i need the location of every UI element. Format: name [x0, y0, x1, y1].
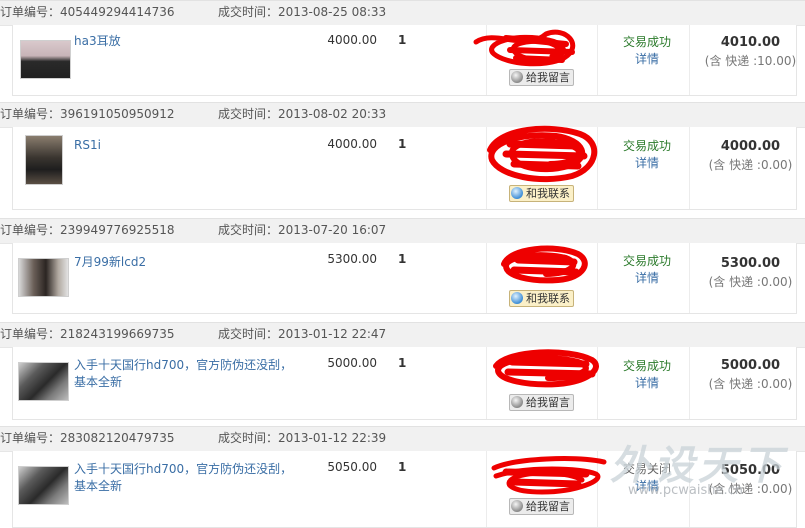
order-total: 4010.00 (含 快递 :10.00): [704, 35, 797, 68]
item-quantity: 1: [398, 137, 407, 151]
order-body: 7月99新lcd2 5300.00 1 和我联系 交易成功 详情 5300.00…: [12, 243, 797, 314]
order-body: 入手十天国行hd700，官方防伪还没刮，基本全新 5050.00 1 给我留言 …: [12, 451, 797, 528]
order-total: 5050.00 (含 快递 :0.00): [708, 463, 793, 496]
order-detail-link[interactable]: 详情: [605, 270, 689, 287]
chat-icon: [511, 187, 523, 199]
item-price: 5050.00: [327, 460, 377, 474]
order-detail-link[interactable]: 详情: [605, 478, 689, 495]
item-thumbnail[interactable]: [20, 40, 71, 79]
redaction-scribble: [493, 349, 599, 388]
order-block: 订单编号：283082120479735 成交时间：2013-01-12 22:…: [0, 426, 805, 528]
order-detail-link[interactable]: 详情: [605, 155, 689, 172]
item-title-link[interactable]: ha3耳放: [74, 33, 296, 50]
item-price: 5000.00: [327, 356, 377, 370]
order-number: 订单编号：396191050950912: [0, 107, 175, 121]
order-status: 交易成功 详情: [605, 34, 689, 68]
item-title-link[interactable]: 入手十天国行hd700，官方防伪还没刮，基本全新: [74, 461, 296, 495]
order-header: 订单编号：218243199669735 成交时间：2013-01-12 22:…: [0, 322, 805, 348]
item-title-link[interactable]: 入手十天国行hd700，官方防伪还没刮，基本全新: [74, 357, 296, 391]
redaction-scribble: [501, 245, 588, 284]
item-thumbnail[interactable]: [18, 362, 69, 401]
item-title-link[interactable]: 7月99新lcd2: [74, 254, 296, 271]
order-status: 交易成功 详情: [605, 253, 689, 287]
item-quantity: 1: [398, 33, 407, 47]
item-title-link[interactable]: RS1i: [74, 137, 296, 154]
redaction-scribble: [491, 456, 607, 495]
chat-icon: [511, 396, 523, 408]
order-total: 5000.00 (含 快递 :0.00): [708, 358, 793, 391]
redaction-scribble: [487, 125, 598, 183]
order-block: 订单编号：396191050950912 成交时间：2013-08-02 20:…: [0, 102, 805, 210]
chat-icon: [511, 500, 523, 512]
item-price: 4000.00: [327, 137, 377, 151]
chat-icon: [511, 292, 523, 304]
order-body: 入手十天国行hd700，官方防伪还没刮，基本全新 5000.00 1 给我留言 …: [12, 347, 797, 420]
item-quantity: 1: [398, 252, 407, 266]
order-status: 交易成功 详情: [605, 138, 689, 172]
order-header: 订单编号：283082120479735 成交时间：2013-01-12 22:…: [0, 426, 805, 452]
order-number: 订单编号：218243199669735: [0, 327, 175, 341]
deal-time: 成交时间：2013-07-20 16:07: [218, 223, 387, 237]
order-block: 订单编号：405449294414736 成交时间：2013-08-25 08:…: [0, 0, 805, 96]
order-detail-link[interactable]: 详情: [605, 51, 689, 68]
contact-me-button[interactable]: 和我联系: [509, 185, 574, 202]
deal-time: 成交时间：2013-08-25 08:33: [218, 5, 387, 19]
order-number: 订单编号：239949776925518: [0, 223, 175, 237]
item-thumbnail[interactable]: [25, 135, 63, 185]
order-number: 订单编号：405449294414736: [0, 5, 175, 19]
contact-me-button[interactable]: 和我联系: [509, 290, 574, 307]
order-detail-link[interactable]: 详情: [605, 375, 689, 392]
deal-time: 成交时间：2013-08-02 20:33: [218, 107, 387, 121]
item-thumbnail[interactable]: [18, 258, 69, 297]
order-status: 交易成功 详情: [605, 358, 689, 392]
order-header: 订单编号：239949776925518 成交时间：2013-07-20 16:…: [0, 218, 805, 244]
order-total: 4000.00 (含 快递 :0.00): [708, 139, 793, 172]
order-header: 订单编号：396191050950912 成交时间：2013-08-02 20:…: [0, 102, 805, 128]
item-price: 4000.00: [327, 33, 377, 47]
item-quantity: 1: [398, 356, 407, 370]
order-header: 订单编号：405449294414736 成交时间：2013-08-25 08:…: [0, 0, 805, 26]
order-body: RS1i 4000.00 1 和我联系 交易成功 详情 4000.00 (含 快…: [12, 127, 797, 210]
leave-message-button[interactable]: 给我留言: [509, 498, 574, 515]
redaction-scribble: [473, 29, 576, 67]
order-total: 5300.00 (含 快递 :0.00): [708, 256, 793, 289]
deal-time: 成交时间：2013-01-12 22:47: [218, 327, 387, 341]
order-body: ha3耳放 4000.00 1 给我留言 交易成功 详情 4010.00 (含 …: [12, 25, 797, 96]
item-thumbnail[interactable]: [18, 466, 69, 505]
order-block: 订单编号：218243199669735 成交时间：2013-01-12 22:…: [0, 322, 805, 420]
item-price: 5300.00: [327, 252, 377, 266]
order-number: 订单编号：283082120479735: [0, 431, 175, 445]
deal-time: 成交时间：2013-01-12 22:39: [218, 431, 387, 445]
leave-message-button[interactable]: 给我留言: [509, 394, 574, 411]
order-status: 交易关闭 详情: [605, 461, 689, 495]
item-quantity: 1: [398, 460, 407, 474]
order-block: 订单编号：239949776925518 成交时间：2013-07-20 16:…: [0, 218, 805, 314]
